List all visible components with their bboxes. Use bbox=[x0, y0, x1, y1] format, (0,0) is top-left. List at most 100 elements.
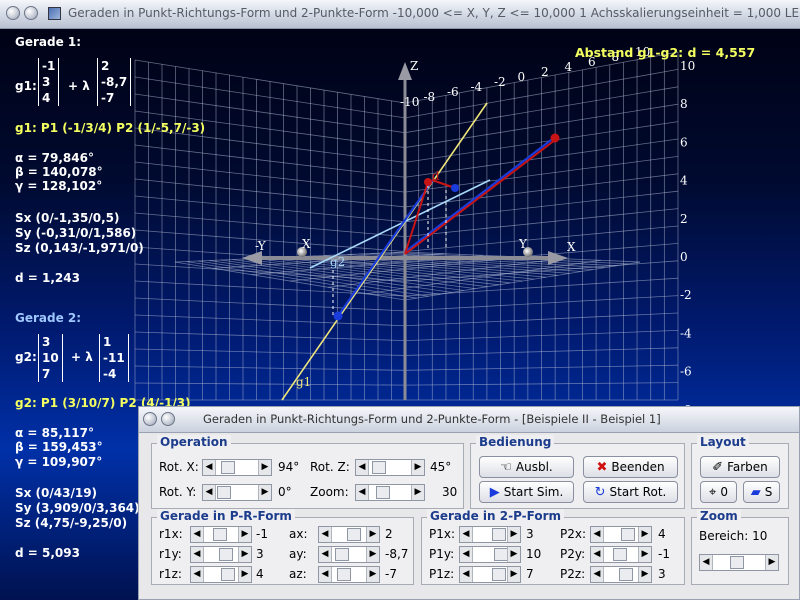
g2-sy: Sy (3,909/0/3,364) bbox=[15, 501, 140, 515]
app-window: Geraden in Punkt-Richtungs-Form und 2-Pu… bbox=[0, 0, 800, 600]
bereich-scrollbar[interactable]: ◀ ▶ bbox=[699, 554, 779, 571]
g2-sx: Sx (0/43/19) bbox=[15, 486, 98, 500]
control-window: Geraden in Punkt-Richtungs-Form und 2-Pu… bbox=[138, 406, 800, 600]
point-foot-g2 bbox=[451, 184, 459, 192]
p2z-scrollbar[interactable]: ◀ ▶ bbox=[590, 566, 652, 583]
g1-sy: Sy (-0,31/0/1,586) bbox=[15, 226, 137, 240]
crosshair-icon: ⌖ bbox=[709, 484, 717, 500]
p2x-value: 4 bbox=[658, 527, 666, 541]
tick-label-top: -6 bbox=[447, 85, 459, 99]
rot-y-label: Rot. Y: bbox=[159, 485, 197, 499]
tick-label-top: -2 bbox=[494, 75, 506, 89]
g1-label: g1: bbox=[15, 79, 37, 93]
p1y-scrollbar[interactable]: ◀ ▶ bbox=[459, 546, 521, 563]
window-title: Geraden in Punkt-Richtungs-Form und 2-Pu… bbox=[68, 6, 800, 20]
control-window-title: Geraden in Punkt-Richtungs-Form und 2-Pu… bbox=[203, 412, 661, 426]
rot-x-label: Rot. X: bbox=[159, 460, 199, 474]
hand-icon: ☜ bbox=[500, 459, 512, 475]
rot-z-scrollbar[interactable]: ◀ ▶ bbox=[355, 459, 425, 476]
window-minimize-button[interactable] bbox=[24, 6, 38, 20]
g2-header: Gerade 2: bbox=[15, 311, 82, 325]
axis-label-z: Z bbox=[410, 59, 418, 73]
zoom-scrollbar[interactable]: ◀ ▶ bbox=[355, 484, 425, 501]
g1-alpha: α = 79,846° bbox=[15, 151, 94, 165]
group-operation: Operation Rot. X: ◀ ▶ 94° Rot. Y: ◀ ▶ 0° R… bbox=[151, 435, 464, 509]
group-layout-label: Layout bbox=[697, 435, 749, 449]
az-value: -7 bbox=[385, 567, 397, 581]
tick-label-right: 2 bbox=[680, 212, 688, 226]
ax-label: ax: bbox=[289, 527, 308, 541]
axis-label-y-pos: Y bbox=[518, 237, 528, 251]
beenden-button[interactable]: ✖ Beenden bbox=[583, 456, 678, 478]
r1x-value: -1 bbox=[256, 527, 268, 541]
g1-p-y: 3 bbox=[42, 75, 51, 89]
group-operation-label: Operation bbox=[157, 435, 231, 449]
app-icon bbox=[48, 7, 61, 20]
axes bbox=[242, 62, 568, 400]
r1z-value: 4 bbox=[256, 567, 264, 581]
group-zoom-label: Zoom bbox=[697, 509, 741, 523]
g2-lambda: + λ bbox=[71, 350, 93, 364]
g2-beta: β = 159,453° bbox=[15, 440, 103, 454]
g1-v-y: -8,7 bbox=[101, 75, 128, 89]
ausblenden-button[interactable]: ☜ Ausbl. bbox=[479, 456, 574, 478]
p2z-label: P2z: bbox=[560, 567, 586, 581]
az-scrollbar[interactable]: ◀ ▶ bbox=[318, 566, 380, 583]
tick-label-right: 4 bbox=[680, 174, 688, 188]
g1-p-x: -1 bbox=[42, 59, 56, 73]
g2-alpha: α = 85,117° bbox=[15, 426, 94, 440]
distance-readout: Abstand g1-g2: d = 4,557 bbox=[575, 45, 756, 60]
ay-value: -8,7 bbox=[385, 547, 409, 561]
point-foot-g1 bbox=[424, 178, 432, 186]
start-rot-button[interactable]: ↻ Start Rot. bbox=[583, 481, 678, 503]
line-label-g1: g1 bbox=[296, 375, 311, 389]
tick-label-top: -10 bbox=[400, 95, 419, 109]
g1-header: Gerade 1: bbox=[15, 35, 82, 49]
p2x-label: P2x: bbox=[560, 527, 587, 541]
rot-z-label: Rot. Z: bbox=[310, 460, 350, 474]
subwindow-menu-button[interactable] bbox=[143, 412, 157, 426]
r1z-label: r1z: bbox=[159, 567, 182, 581]
p1y-label: P1y: bbox=[429, 547, 455, 561]
r1x-scrollbar[interactable]: ◀ ▶ bbox=[190, 526, 252, 543]
g1-beta: β = 140,078° bbox=[15, 165, 103, 179]
g1-point-vector: -1 3 4 bbox=[38, 58, 60, 106]
r1y-scrollbar[interactable]: ◀ ▶ bbox=[190, 546, 252, 563]
reset-zero-button[interactable]: ⌖ 0 bbox=[700, 481, 737, 503]
paint-icon: ✐ bbox=[712, 459, 724, 475]
rot-y-value: 0° bbox=[278, 485, 292, 499]
close-icon: ✖ bbox=[596, 459, 608, 475]
rot-x-scrollbar[interactable]: ◀ ▶ bbox=[202, 459, 272, 476]
reset-zero-label: 0 bbox=[720, 485, 728, 499]
window-menu-button[interactable] bbox=[6, 6, 20, 20]
g2-direction-vector: 1 -11 -4 bbox=[99, 334, 129, 382]
group-bedienung-label: Bedienung bbox=[476, 435, 555, 449]
tick-label-right: -4 bbox=[680, 326, 692, 340]
group-layout: Layout ✐ Farben ⌖ 0 ▰ S bbox=[691, 435, 789, 509]
p2y-scrollbar[interactable]: ◀ ▶ bbox=[590, 546, 652, 563]
p1z-scrollbar[interactable]: ◀ ▶ bbox=[459, 566, 521, 583]
rot-y-scrollbar[interactable]: ◀ ▶ bbox=[202, 484, 272, 501]
start-sim-button[interactable]: ▶ Start Sim. bbox=[479, 481, 574, 503]
zoom-label: Zoom: bbox=[310, 485, 349, 499]
r1z-scrollbar[interactable]: ◀ ▶ bbox=[190, 566, 252, 583]
axis-label-y-neg: -Y bbox=[255, 239, 267, 253]
ausblenden-label: Ausbl. bbox=[515, 460, 553, 474]
axis-arrow-left-icon bbox=[242, 251, 262, 265]
group-bedienung: Bedienung ☜ Ausbl. ✖ Beenden ▶ Start Sim. ↻… bbox=[470, 435, 685, 509]
ay-scrollbar[interactable]: ◀ ▶ bbox=[318, 546, 380, 563]
save-s-button[interactable]: ▰ S bbox=[743, 481, 780, 503]
subwindow-minimize-button[interactable] bbox=[161, 412, 175, 426]
tick-label-top: -4 bbox=[471, 80, 483, 94]
p1x-scrollbar[interactable]: ◀ ▶ bbox=[459, 526, 521, 543]
g2-gamma: γ = 109,907° bbox=[15, 455, 103, 469]
g1-direction-vector: 2 -8,7 -7 bbox=[97, 58, 132, 106]
group-zoom: Zoom Bereich: 10 ◀ ▶ bbox=[691, 509, 789, 585]
group-pp-form-label: Gerade in 2-P-Form bbox=[427, 509, 565, 523]
p1y-value: 10 bbox=[526, 547, 542, 561]
ax-scrollbar[interactable]: ◀ ▶ bbox=[318, 526, 380, 543]
r1y-label: r1y: bbox=[159, 547, 182, 561]
farben-button[interactable]: ✐ Farben bbox=[700, 456, 780, 478]
g1-sz: Sz (0,143/-1,971/0) bbox=[15, 241, 144, 255]
p2x-scrollbar[interactable]: ◀ ▶ bbox=[590, 526, 652, 543]
